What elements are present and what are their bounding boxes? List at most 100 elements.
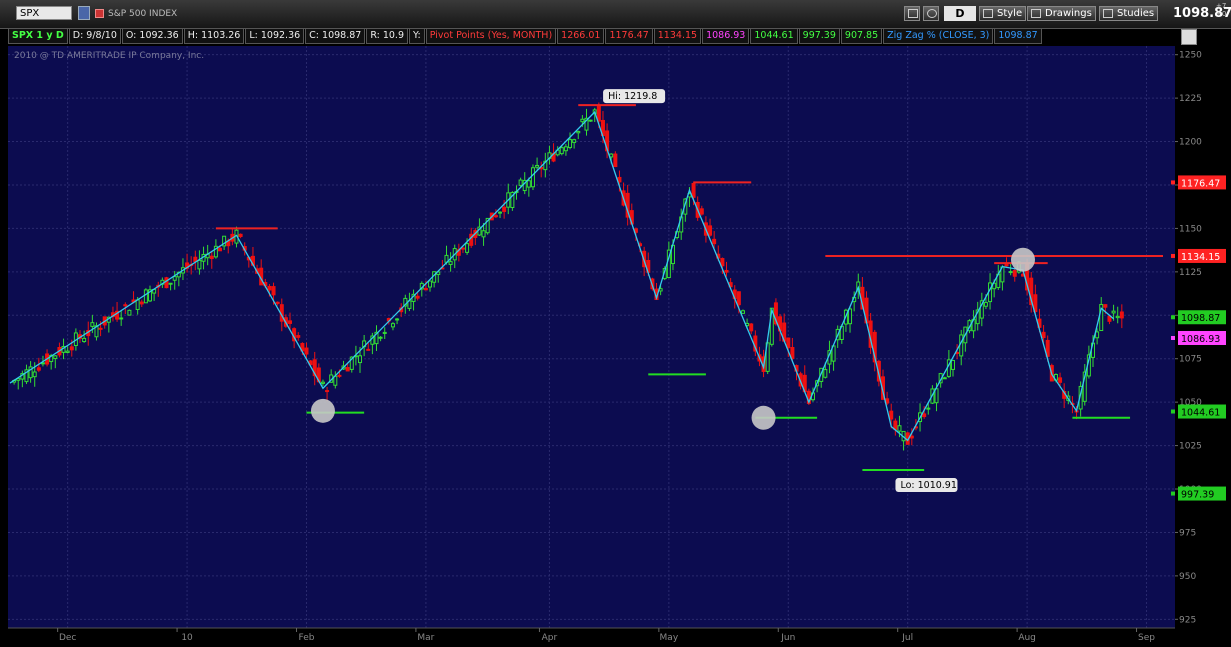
candle	[790, 347, 795, 359]
candle	[320, 381, 325, 384]
candle	[691, 182, 696, 198]
x-tick-label: Feb	[299, 633, 315, 643]
y-tick-label: 1075	[1179, 355, 1202, 365]
candle	[172, 276, 177, 281]
candle	[123, 304, 128, 307]
candle	[423, 288, 428, 291]
price-label-marker	[1171, 180, 1175, 185]
candle	[1008, 271, 1013, 274]
info-close: C: 1098.87	[305, 28, 366, 44]
candle	[922, 413, 927, 418]
zigzag-label[interactable]: Zig Zag % (CLOSE, 3)	[883, 28, 994, 44]
candle	[1095, 331, 1100, 339]
candle	[415, 295, 420, 299]
candle	[889, 410, 894, 420]
candle	[267, 285, 272, 291]
candle	[893, 420, 898, 430]
price-label: 997.39	[1181, 490, 1214, 501]
symbol-period[interactable]: SPX 1 y D	[8, 28, 68, 44]
info-low: L: 1092.36	[245, 28, 305, 44]
info-range: R: 10.9	[366, 28, 408, 44]
price-label: 1086.93	[1181, 334, 1220, 345]
candle	[82, 337, 87, 343]
y-tick-label: 1150	[1179, 224, 1202, 234]
price-label-marker	[1171, 315, 1175, 320]
candle	[786, 337, 791, 349]
x-tick-label: Jul	[901, 633, 913, 643]
price-label: 1134.15	[1181, 252, 1220, 263]
candle	[135, 299, 140, 310]
price-label: 1044.61	[1181, 408, 1220, 419]
candle	[345, 367, 350, 372]
price-label: 1176.47	[1181, 178, 1220, 189]
candle	[724, 269, 729, 273]
x-tick-label: Dec	[59, 633, 76, 643]
y-tick-label: 1250	[1179, 51, 1202, 61]
y-tick-label: 1200	[1179, 138, 1202, 148]
candle	[69, 346, 74, 351]
candle	[382, 331, 387, 334]
chart-settings-icon[interactable]	[1181, 29, 1197, 45]
zigzag-value: 1098.87	[994, 28, 1042, 44]
price-label-marker	[1171, 335, 1175, 340]
candle	[90, 322, 95, 327]
annotation-label: Hi: 1219.8	[608, 91, 657, 102]
y-tick-label: 925	[1179, 615, 1196, 625]
candle	[983, 302, 988, 307]
candle	[823, 369, 828, 378]
x-tick-label: Mar	[417, 633, 434, 643]
candle	[143, 289, 148, 304]
candle	[848, 308, 853, 325]
candle	[576, 130, 581, 134]
candle	[1111, 310, 1116, 314]
candle	[1012, 270, 1017, 277]
candle	[926, 407, 931, 410]
candle	[518, 179, 523, 186]
candle	[613, 153, 618, 168]
candle	[209, 255, 214, 259]
pivot-r1: 1134.15	[653, 28, 702, 44]
y-tick-label: 1025	[1179, 442, 1202, 452]
pivot-s1: 1044.61	[750, 28, 798, 44]
candle	[337, 374, 342, 377]
x-tick-label: Jun	[780, 633, 795, 643]
candle	[588, 119, 593, 122]
pivot-label[interactable]: Pivot Points (Yes, MONTH)	[425, 28, 557, 44]
candle	[358, 355, 363, 364]
candle	[699, 208, 704, 215]
candle	[493, 215, 498, 218]
pivot-s3: 907.85	[840, 28, 883, 44]
candle	[119, 317, 124, 320]
price-chart: 9259509751000102510501075110011251150117…	[0, 46, 1231, 647]
price-label-marker	[1171, 253, 1175, 258]
candle	[1119, 311, 1124, 319]
y-tick-label: 975	[1179, 528, 1196, 538]
candle	[448, 261, 453, 265]
x-axis: Dec 10 Feb Mar Apr May Jun Jul Aug Sep	[0, 627, 1231, 647]
candle	[98, 327, 103, 330]
candle	[395, 318, 400, 321]
candle	[568, 139, 573, 148]
candle	[740, 310, 745, 314]
candle	[127, 309, 132, 316]
candle	[1041, 331, 1046, 339]
candle	[563, 146, 568, 152]
candle	[749, 323, 754, 332]
info-date: D: 9/8/10	[68, 28, 121, 44]
price-label-marker	[1171, 409, 1175, 414]
candle	[559, 147, 564, 155]
candle	[736, 291, 741, 306]
candle	[580, 118, 585, 123]
plot-area	[8, 46, 1175, 628]
info-y: Y:	[409, 28, 425, 44]
candle	[1115, 315, 1120, 319]
candle	[296, 335, 301, 338]
candle	[526, 180, 531, 188]
candle	[572, 139, 577, 143]
candle	[271, 286, 276, 296]
candle	[942, 377, 947, 380]
candle	[897, 425, 902, 432]
pivot-s2: 997.39	[798, 28, 840, 44]
info-open: O: 1092.36	[121, 28, 183, 44]
candle	[65, 350, 70, 353]
